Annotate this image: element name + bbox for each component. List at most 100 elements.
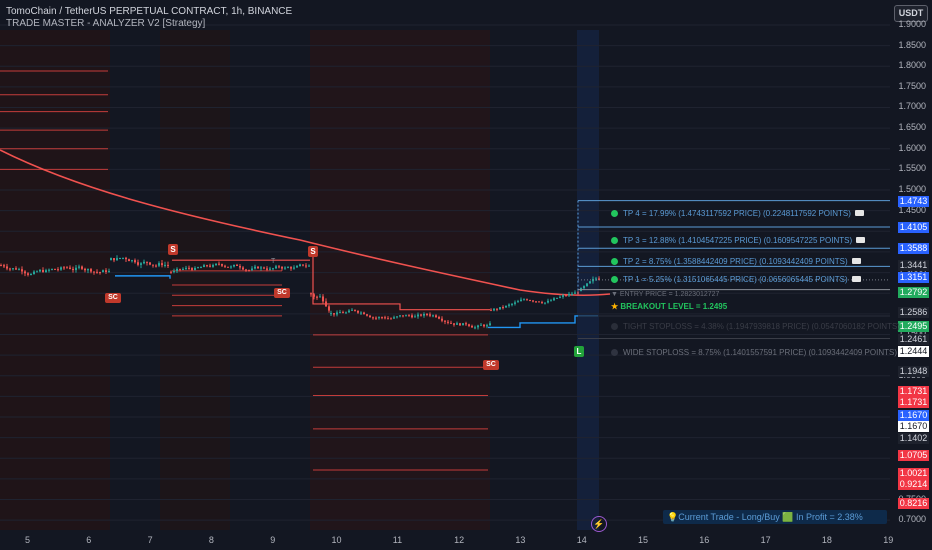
candle-body (354, 309, 356, 311)
candle-body (102, 270, 104, 273)
candle-body (248, 270, 250, 272)
price-tag: 1.2444 (898, 345, 929, 357)
short-close-label: SC (483, 360, 499, 370)
candle-body (51, 268, 53, 270)
candle-body (99, 272, 101, 274)
candle-body (399, 315, 401, 317)
candle-body (69, 267, 71, 269)
candle-body (143, 261, 145, 264)
candle-body (586, 283, 588, 287)
candle-body (330, 313, 332, 315)
time-tick: 14 (576, 535, 587, 545)
candle-body (462, 323, 464, 326)
time-tick: 6 (86, 535, 92, 545)
candle-body (239, 265, 241, 268)
tp2-label: TP 2 = 8.75% (1.3588442409 PRICE) (0.109… (611, 257, 861, 266)
candle-body (281, 267, 283, 269)
candle-body (378, 317, 380, 319)
candle-body (260, 267, 262, 269)
short-signal-label: S (308, 246, 318, 257)
candle-body (269, 268, 271, 270)
price-tag: 1.2586 (898, 306, 929, 318)
price-tag: 1.3441 (898, 260, 929, 272)
candle-body (477, 325, 479, 328)
candle-body (9, 268, 11, 270)
candle-body (284, 267, 286, 269)
candle-body (456, 323, 458, 325)
candle-body (426, 313, 428, 315)
candle-body (351, 309, 353, 311)
candle-body (161, 263, 163, 266)
lightning-icon[interactable]: ⚡ (591, 516, 607, 532)
candle-body (206, 265, 208, 267)
candle-body (390, 318, 392, 320)
candle-body (393, 317, 395, 319)
candle-body (305, 265, 307, 267)
candle-body (125, 257, 127, 260)
candle-body (559, 296, 561, 298)
candle-body (137, 262, 139, 265)
candle-body (0, 265, 2, 267)
price-tag: 1.3588 (898, 243, 929, 255)
candle-body (164, 264, 166, 266)
note-icon[interactable] (854, 210, 864, 216)
candle-body (45, 270, 47, 273)
candle-body (360, 312, 362, 314)
candle-body (447, 321, 449, 323)
candle-body (369, 315, 371, 318)
price-tag: 1.1670 (898, 421, 929, 433)
price-tick: 1.5000 (898, 184, 926, 195)
candle-body (227, 266, 229, 268)
note-icon[interactable] (851, 276, 861, 282)
candle-body (110, 258, 112, 261)
tp3-dot-icon (611, 237, 618, 244)
candle-body (535, 301, 537, 303)
price-tag: 0.9214 (898, 478, 929, 490)
candle-body (526, 299, 528, 301)
candle-body (529, 300, 531, 302)
candle-body (471, 325, 473, 328)
candle-body (108, 271, 110, 273)
short-close-label: SC (105, 293, 121, 303)
note-icon[interactable] (851, 258, 861, 264)
time-tick: 7 (147, 535, 153, 545)
candle-body (328, 306, 330, 311)
candle-body (432, 315, 434, 317)
candle-body (565, 295, 567, 297)
candle-body (182, 268, 184, 270)
note-icon[interactable] (856, 237, 866, 243)
time-tick: 8 (208, 535, 214, 545)
candle-body (128, 259, 130, 262)
price-tag: 1.1731 (898, 385, 929, 397)
price-tick: 1.9000 (898, 18, 926, 29)
candle-body (24, 271, 26, 274)
candle-body (483, 324, 485, 327)
tp1-label: TP 1 = 5.25% (1.3151065445 PRICE) (0.065… (611, 275, 861, 284)
price-tag: 1.2461 (898, 333, 929, 345)
price-tick: 1.6000 (898, 142, 926, 153)
time-tick: 19 (883, 535, 894, 545)
candle-body (453, 323, 455, 325)
candle-body (514, 302, 516, 304)
candle-body (191, 268, 193, 270)
candle-body (429, 314, 431, 316)
candle-body (194, 267, 196, 270)
candle-body (381, 317, 383, 319)
candle-body (122, 257, 124, 259)
candle-body (544, 302, 546, 304)
time-tick: 16 (699, 535, 710, 545)
candle-body (316, 296, 318, 298)
candle-body (75, 267, 77, 271)
price-tick: 1.7500 (898, 80, 926, 91)
candle-body (18, 269, 20, 271)
short-close-label: SC (274, 288, 290, 298)
candle-body (571, 293, 573, 295)
candle-body (438, 317, 440, 319)
candle-body (387, 318, 389, 320)
candle-body (167, 264, 169, 266)
candle-body (155, 265, 157, 267)
candle-body (459, 323, 461, 326)
candle-body (224, 265, 226, 267)
candle-body (293, 267, 295, 269)
candle-body (384, 317, 386, 319)
